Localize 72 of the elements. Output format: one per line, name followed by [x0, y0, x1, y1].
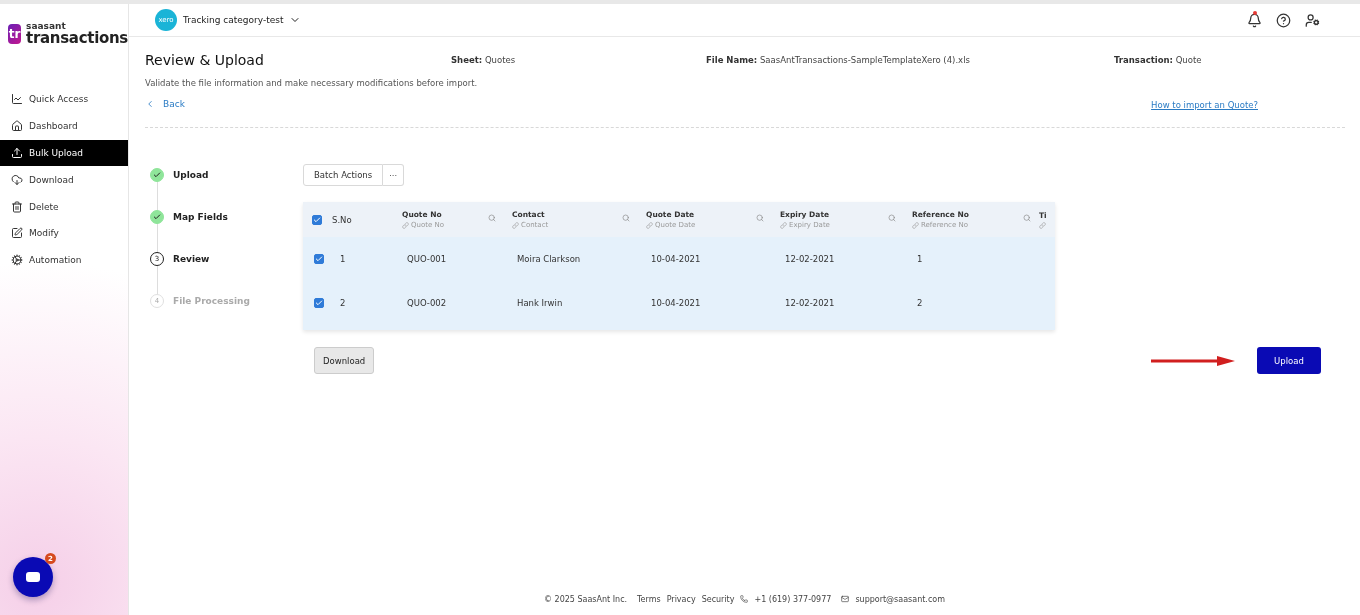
- sidebar-item[interactable]: Modify: [0, 220, 128, 247]
- step-label: Map Fields: [173, 212, 228, 222]
- upload-icon: [11, 147, 23, 159]
- table-cell-text: 1: [916, 253, 924, 266]
- brand-company: saasant: [26, 22, 67, 31]
- help-link[interactable]: How to import an Quote?: [1151, 100, 1258, 110]
- copyright-text: © 2025 SaasAnt Inc.: [544, 594, 628, 604]
- link-icon: [646, 221, 653, 229]
- sidebar-item[interactable]: Bulk Upload: [0, 139, 128, 167]
- footer-link[interactable]: Security: [701, 594, 735, 604]
- search-icon[interactable]: [756, 214, 764, 222]
- brand-product: transactions: [26, 31, 128, 46]
- page-description: Validate the file information and make necessary modifications before import.: [145, 78, 479, 88]
- home-icon: [11, 120, 23, 133]
- phone-number: +1 (619) 377-0977: [754, 594, 832, 604]
- sidebar-item[interactable]: Automation: [0, 246, 128, 274]
- select-all-checkbox[interactable]: [312, 214, 322, 225]
- page-title: Review & Upload: [145, 52, 265, 68]
- link-icon: [1039, 221, 1046, 229]
- sidebar-item[interactable]: Download: [0, 166, 128, 194]
- table-cell-text: Moira Clarkson: [516, 253, 582, 266]
- table-cell: 2: [340, 298, 346, 308]
- cloud-download-icon: [11, 173, 23, 186]
- link-icon: [402, 221, 409, 229]
- step-label: Upload: [173, 170, 209, 180]
- footer-link[interactable]: Privacy: [666, 594, 696, 604]
- sidebar-item[interactable]: Dashboard: [0, 112, 128, 140]
- search-icon[interactable]: [488, 214, 496, 222]
- download-button[interactable]: Download: [314, 347, 375, 374]
- table-cell-text: 12-02-2021: [784, 297, 836, 310]
- sidebar-item[interactable]: Delete: [0, 193, 128, 220]
- email-link[interactable]: support@saasant.com: [855, 594, 945, 604]
- step-label: File Processing: [173, 296, 250, 306]
- table-cell-text: QUO-002: [406, 297, 448, 310]
- link-icon: [912, 221, 919, 229]
- edit-icon: [11, 227, 23, 240]
- table-cell-text: QUO-001: [406, 253, 448, 266]
- chevron-left-icon: [145, 99, 155, 109]
- step-label: Review: [173, 254, 210, 264]
- column-header: S.No: [332, 214, 352, 225]
- mail-icon: [841, 595, 850, 603]
- logo-mark: tr: [8, 24, 22, 44]
- user-settings-button[interactable]: [1305, 12, 1320, 28]
- link-icon: [780, 221, 787, 229]
- footer-link[interactable]: Terms: [637, 594, 661, 604]
- more-button[interactable]: ···: [383, 164, 405, 186]
- back-link[interactable]: Back: [145, 99, 185, 109]
- table-cell-text: 12-02-2021: [784, 253, 836, 266]
- table-cell-text: 10-04-2021: [650, 253, 702, 266]
- trash-icon: [11, 200, 23, 213]
- table-cell-text: Hank Irwin: [516, 297, 564, 310]
- line-chart-icon: [11, 93, 23, 106]
- phone-icon: [740, 595, 749, 603]
- search-icon[interactable]: [1023, 214, 1031, 222]
- row-checkbox[interactable]: [314, 298, 324, 308]
- table-cell-text: 10-04-2021: [650, 297, 702, 310]
- notifications-button[interactable]: [1247, 12, 1262, 28]
- table-cell-text: 2: [916, 297, 924, 310]
- gears-icon: [11, 254, 23, 267]
- table-cell: 1: [340, 254, 346, 264]
- help-button[interactable]: [1276, 12, 1291, 28]
- link-icon: [512, 221, 519, 229]
- search-icon[interactable]: [622, 214, 630, 222]
- file-meta-text: Transaction: Quote: [1114, 55, 1203, 65]
- file-meta-text: Sheet: Quotes: [451, 55, 517, 65]
- sidebar-item[interactable]: Quick Access: [0, 86, 128, 113]
- row-checkbox[interactable]: [314, 254, 324, 264]
- upload-button[interactable]: Upload: [1257, 347, 1321, 374]
- file-meta-text: File Name: SaasAntTransactions-SampleTemplateXero (4).xls: [706, 55, 971, 65]
- chat-icon: [26, 572, 40, 582]
- batch-actions-button[interactable]: Batch Actions: [303, 164, 384, 186]
- search-icon[interactable]: [888, 214, 896, 222]
